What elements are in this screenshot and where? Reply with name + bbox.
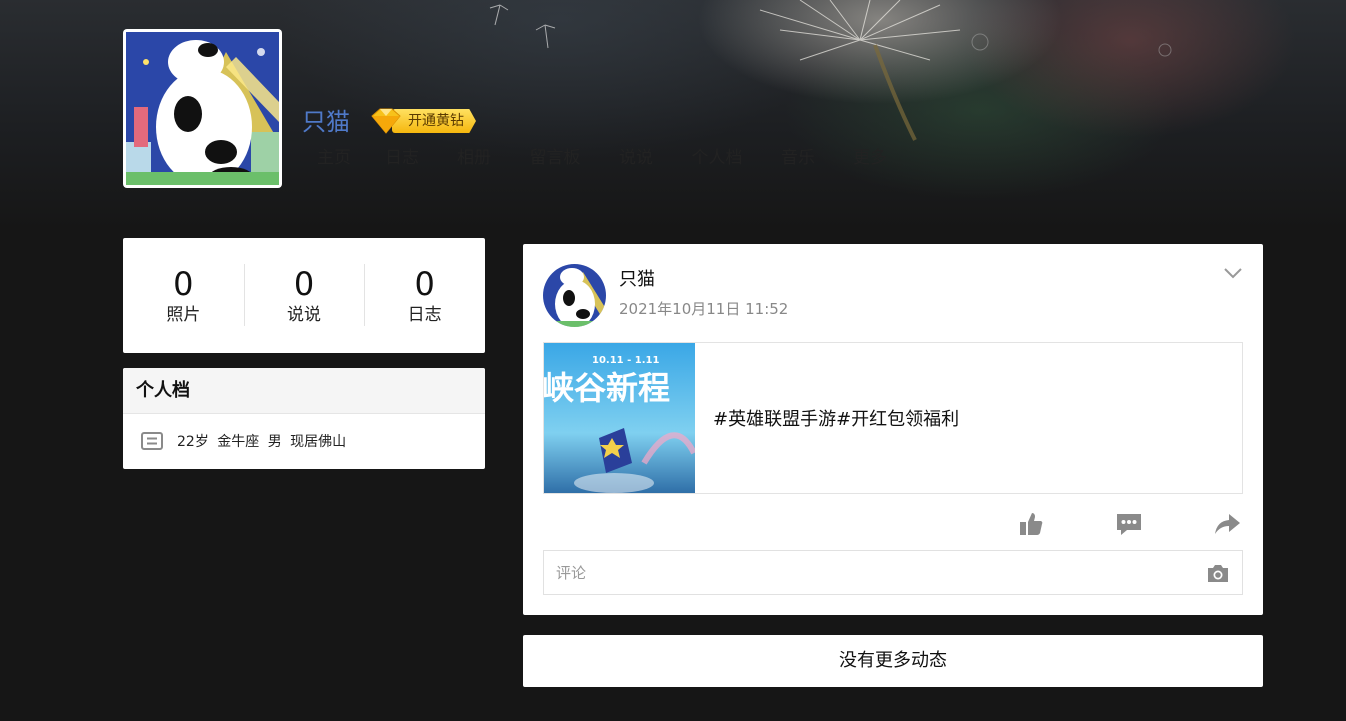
thumb-date: 10.11 - 1.11	[592, 355, 659, 366]
comment-input[interactable]	[556, 563, 1206, 582]
stat-label: 说说	[287, 304, 321, 325]
diamond-icon	[371, 108, 401, 134]
thumbs-up-icon[interactable]	[1017, 510, 1045, 538]
feed-post: 只猫 2021年10月11日 11:52 10.11 - 1.11 峡谷新程 #…	[523, 244, 1263, 615]
stat-count: 0	[173, 264, 194, 303]
profile-nickname[interactable]: 只猫	[302, 106, 350, 138]
stat-label: 照片	[166, 304, 201, 325]
nav-item-home[interactable]: 主页	[302, 146, 366, 170]
profile-nav: 主页 日志 相册 留言板 说说 个人档 音乐 更多	[302, 146, 906, 170]
no-more-feed: 没有更多动态	[523, 635, 1263, 687]
comment-bubble-icon[interactable]	[1115, 510, 1143, 538]
chevron-down-icon[interactable]	[1223, 266, 1243, 280]
profile-avatar[interactable]	[123, 29, 282, 188]
stat-count: 0	[414, 264, 435, 303]
document-icon	[141, 432, 163, 450]
nav-item-music[interactable]: 音乐	[762, 146, 834, 170]
vip-label: 开通黄钻	[392, 109, 476, 133]
nav-item-more[interactable]: 更多	[834, 146, 906, 170]
stat-moments[interactable]: 0 说说	[243, 263, 365, 326]
stat-blogs[interactable]: 0 日志	[364, 263, 485, 326]
nav-item-message-board[interactable]: 留言板	[510, 146, 600, 170]
share-arrow-icon[interactable]	[1213, 510, 1241, 538]
open-vip-button[interactable]: 开通黄钻	[368, 108, 492, 134]
thumb-title: 峡谷新程	[544, 369, 670, 407]
post-timestamp: 2021年10月11日 11:52	[619, 300, 789, 318]
cat-avatar-image	[126, 32, 279, 185]
profile-info-text: 22岁 金牛座 男 现居佛山	[177, 434, 347, 450]
nav-item-profile[interactable]: 个人档	[672, 146, 762, 170]
comment-box	[543, 550, 1243, 595]
camera-icon[interactable]	[1206, 562, 1230, 584]
profile-card-title: 个人档	[123, 368, 485, 414]
stat-photos[interactable]: 0 照片	[123, 266, 244, 326]
post-actions	[523, 510, 1263, 540]
stat-count: 0	[293, 264, 315, 303]
stat-label: 日志	[407, 304, 442, 325]
nav-item-moments[interactable]: 说说	[600, 146, 672, 170]
share-thumbnail: 10.11 - 1.11 峡谷新程	[544, 343, 695, 493]
stats-card: 0 照片 0 说说 0 日志	[123, 238, 485, 353]
shared-link-card[interactable]: 10.11 - 1.11 峡谷新程 #英雄联盟手游#开红包领福利	[543, 342, 1243, 494]
cat-avatar-image	[543, 264, 606, 327]
profile-info-row: 22岁 金牛座 男 现居佛山	[123, 414, 485, 451]
share-title: #英雄联盟手游#开红包领福利	[713, 409, 960, 430]
post-author-avatar[interactable]	[543, 264, 606, 327]
profile-info-card: 个人档 22岁 金牛座 男 现居佛山	[123, 368, 485, 469]
nav-item-album[interactable]: 相册	[438, 146, 510, 170]
nav-item-blog[interactable]: 日志	[366, 146, 438, 170]
post-author-name[interactable]: 只猫	[619, 265, 655, 291]
